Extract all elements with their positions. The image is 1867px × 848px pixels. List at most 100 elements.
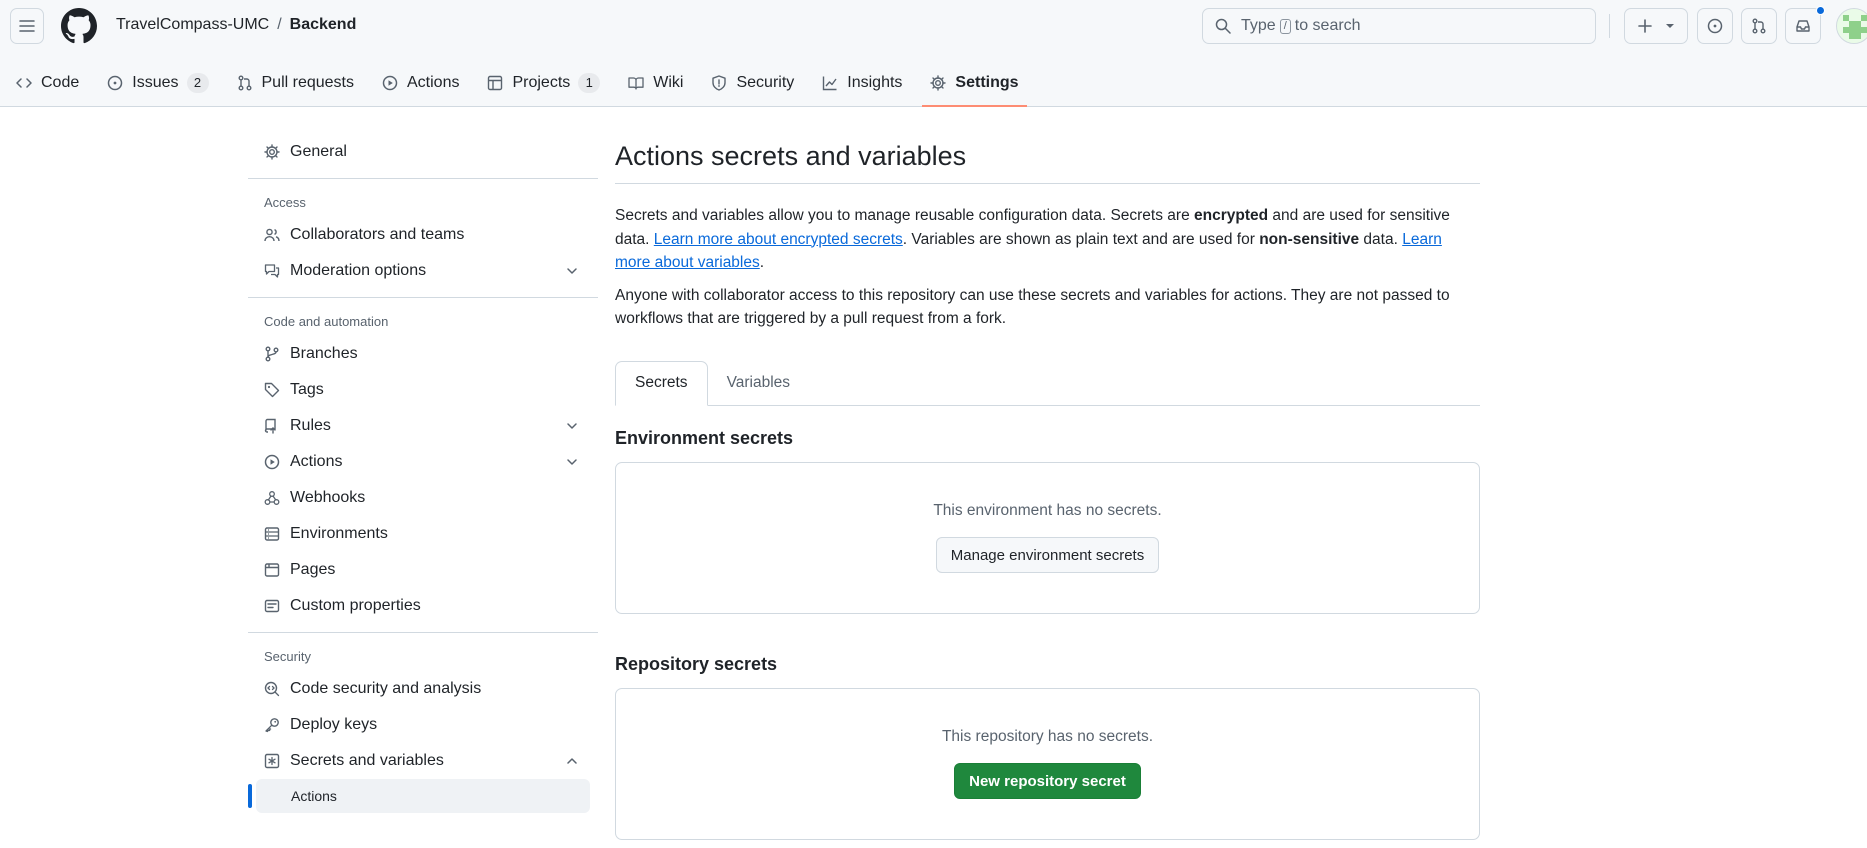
environment-secrets-box: This environment has no secrets. Manage … — [615, 461, 1480, 614]
git-branch-icon — [265, 346, 279, 362]
tab-actions-label: Actions — [407, 73, 460, 91]
avatar[interactable] — [1836, 8, 1867, 44]
tab-issues[interactable]: Issues 2 — [99, 58, 216, 107]
learn-encrypted-secrets-link[interactable]: Learn more about encrypted secrets — [654, 231, 903, 248]
desc-text: . — [759, 254, 765, 271]
issue-opened-icon — [1707, 18, 1723, 34]
sidebar-item-label: Actions — [290, 453, 343, 470]
sidebar-item-label: Environments — [290, 525, 388, 542]
triangle-down-icon — [1666, 24, 1674, 28]
key-icon — [265, 718, 279, 733]
sidebar-subitem-actions[interactable]: Actions — [248, 779, 590, 813]
github-logo-icon[interactable] — [61, 8, 97, 44]
sidebar-item-tags[interactable]: Tags — [248, 372, 598, 408]
desc-bold-non-sensitive: non-sensitive — [1259, 230, 1360, 248]
breadcrumb-repo[interactable]: Backend — [290, 16, 357, 34]
sidebar-item-label: Pages — [290, 561, 336, 578]
sidebar-heading-code-automation: Code and automation — [264, 313, 389, 329]
sidebar-item-label: General — [290, 143, 347, 160]
repository-secrets-box: This repository has no secrets. New repo… — [615, 687, 1480, 840]
tab-wiki-label: Wiki — [653, 73, 684, 91]
graph-icon — [823, 76, 837, 90]
tab-actions[interactable]: Actions — [374, 58, 467, 107]
search-icon — [1215, 18, 1231, 34]
issues-counter: 2 — [186, 72, 209, 93]
collaborator-note: Anyone with collaborator access to this … — [615, 286, 1450, 328]
desc-text: . Variables are shown as plain text and … — [902, 230, 1260, 248]
plus-icon — [1638, 19, 1652, 33]
search-placeholder-start: Type — [1241, 17, 1276, 34]
sidebar-item-label: Moderation options — [290, 262, 427, 279]
tab-security[interactable]: Security — [703, 58, 802, 107]
search-placeholder-end: to search — [1294, 17, 1361, 34]
git-pull-request-icon — [238, 75, 251, 90]
pull-requests-button[interactable] — [1741, 8, 1777, 44]
sidebar-item-pages[interactable]: Pages — [248, 552, 598, 588]
tab-secrets[interactable]: Secrets — [615, 360, 708, 406]
tab-insights[interactable]: Insights — [814, 58, 910, 107]
sidebar-item-branches[interactable]: Branches — [248, 336, 598, 372]
sidebar-item-label: Secrets and variables — [290, 752, 444, 769]
sidebar-item-moderation[interactable]: Moderation options — [248, 253, 598, 289]
sidebar-item-actions[interactable]: Actions — [248, 444, 598, 480]
chevron-down-icon — [567, 268, 577, 274]
sidebar-item-general[interactable]: General — [248, 134, 598, 170]
search-input[interactable]: Type / to search — [1202, 8, 1596, 44]
menu-button[interactable] — [10, 8, 44, 44]
sidebar-item-rules[interactable]: Rules — [248, 408, 598, 444]
environment-secrets-title: Environment secrets — [615, 427, 794, 448]
sidebar-item-label: Collaborators and teams — [290, 226, 465, 243]
tab-projects[interactable]: Projects 1 — [479, 58, 608, 107]
description: Secrets and variables allow you to manag… — [615, 204, 1480, 275]
sidebar-item-label: Deploy keys — [290, 716, 378, 733]
sidebar-item-custom-properties[interactable]: Custom properties — [248, 588, 598, 624]
settings-sidebar: General Access Collaborators and teams M… — [248, 134, 598, 813]
breadcrumb-separator: / — [277, 16, 282, 33]
avatar-identicon — [1837, 9, 1867, 43]
new-repository-secret-button[interactable]: New repository secret — [954, 763, 1141, 799]
sidebar-item-collaborators[interactable]: Collaborators and teams — [248, 217, 598, 253]
main-content: Actions secrets and variables Secrets an… — [615, 134, 1480, 840]
gear-icon — [930, 74, 947, 91]
sidebar-item-webhooks[interactable]: Webhooks — [248, 480, 598, 516]
create-new-button[interactable] — [1624, 8, 1688, 44]
hamburger-icon — [19, 20, 35, 32]
page-title: Actions secrets and variables — [615, 134, 1480, 184]
tab-code-label: Code — [41, 73, 80, 91]
sidebar-divider — [248, 297, 598, 298]
tab-security-label: Security — [736, 73, 795, 91]
tab-projects-label: Projects — [512, 73, 571, 91]
chevron-down-icon — [567, 423, 577, 429]
issues-button[interactable] — [1697, 8, 1733, 44]
chevron-down-icon — [567, 459, 577, 465]
inbox-button[interactable] — [1785, 8, 1821, 44]
breadcrumb-owner[interactable]: TravelCompass-UMC — [116, 16, 269, 34]
chevron-up-icon — [567, 758, 577, 764]
manage-environment-secrets-button[interactable]: Manage environment secrets — [935, 537, 1160, 573]
tab-wiki[interactable]: Wiki — [620, 58, 691, 107]
tab-pull-requests-label: Pull requests — [261, 73, 355, 91]
sidebar-heading-security: Security — [264, 648, 311, 664]
tab-code[interactable]: Code — [8, 58, 87, 107]
sidebar-item-code-security[interactable]: Code security and analysis — [248, 671, 598, 707]
tab-settings[interactable]: Settings — [922, 58, 1027, 107]
play-icon — [264, 454, 280, 470]
tab-pull-requests[interactable]: Pull requests — [229, 58, 363, 107]
sidebar-item-deploy-keys[interactable]: Deploy keys — [248, 707, 598, 743]
tag-icon — [264, 382, 280, 398]
sidebar-subitem-label: Actions — [291, 788, 337, 804]
desc-text: Secrets and variables allow you to manag… — [615, 207, 1195, 224]
tab-variables[interactable]: Variables — [708, 361, 809, 406]
asterisk-icon — [264, 753, 280, 769]
desc-bold-encrypted: encrypted — [1194, 207, 1269, 224]
desc-text: data. — [1359, 230, 1403, 248]
browser-icon — [264, 563, 280, 577]
sidebar-item-secrets-variables[interactable]: Secrets and variables — [248, 743, 598, 779]
sidebar-item-environments[interactable]: Environments — [248, 516, 598, 552]
comment-discussion-icon — [264, 264, 280, 278]
webhook-icon — [264, 491, 280, 505]
sidebar-item-label: Rules — [290, 417, 331, 434]
table-icon — [488, 75, 503, 90]
app-header: TravelCompass-UMC / Backend Type / to se… — [0, 0, 1867, 107]
issue-opened-icon — [108, 75, 123, 90]
